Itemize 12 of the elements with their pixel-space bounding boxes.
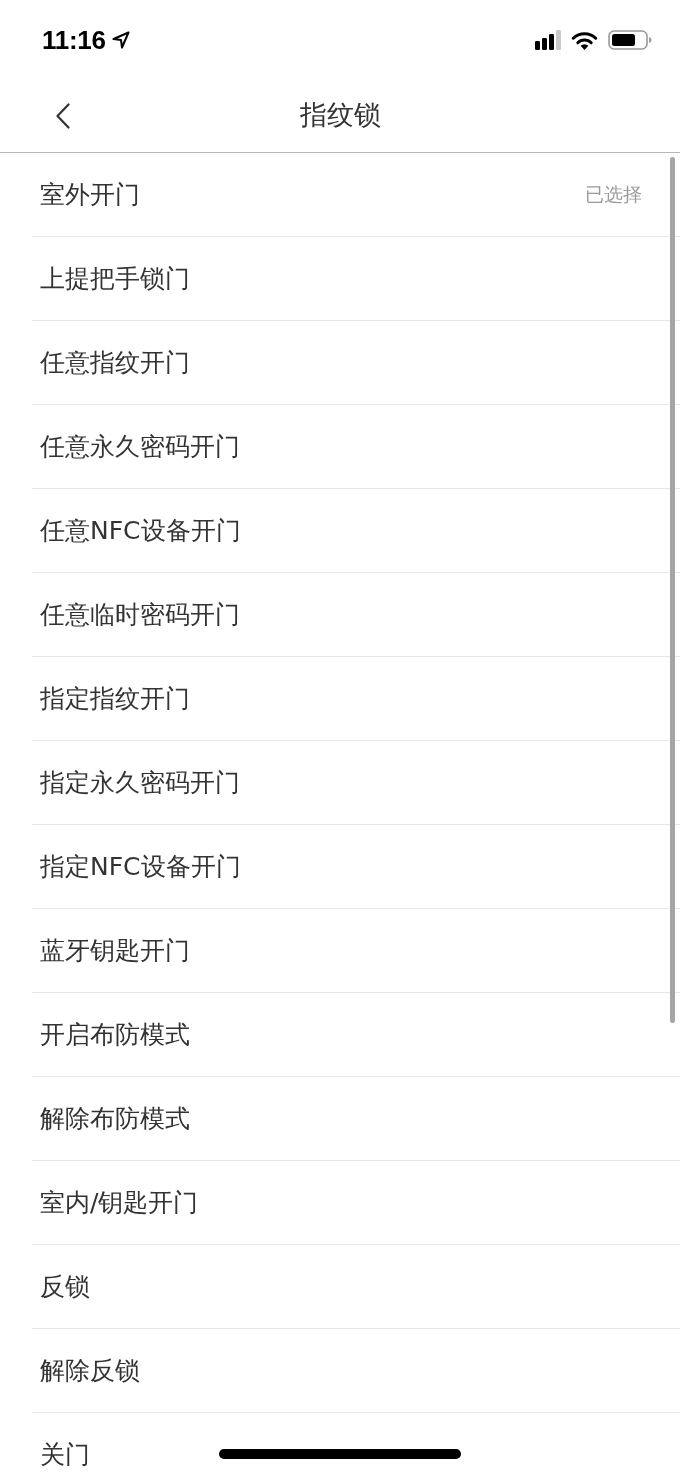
wifi-icon	[571, 30, 598, 50]
list-item[interactable]: 室内/钥匙开门	[32, 1161, 680, 1245]
status-time: 11:16	[42, 24, 106, 56]
battery-icon	[608, 30, 652, 50]
back-chevron-icon	[56, 103, 70, 129]
list-item[interactable]: 反锁	[32, 1245, 680, 1329]
signal-icon	[535, 30, 561, 50]
page-title: 指纹锁	[299, 98, 381, 132]
location-arrow-icon	[111, 31, 130, 49]
list-item[interactable]: 解除反锁	[32, 1329, 680, 1413]
list-item[interactable]: 解除布防模式	[32, 1077, 680, 1161]
selected-label: 已选择	[585, 181, 642, 207]
